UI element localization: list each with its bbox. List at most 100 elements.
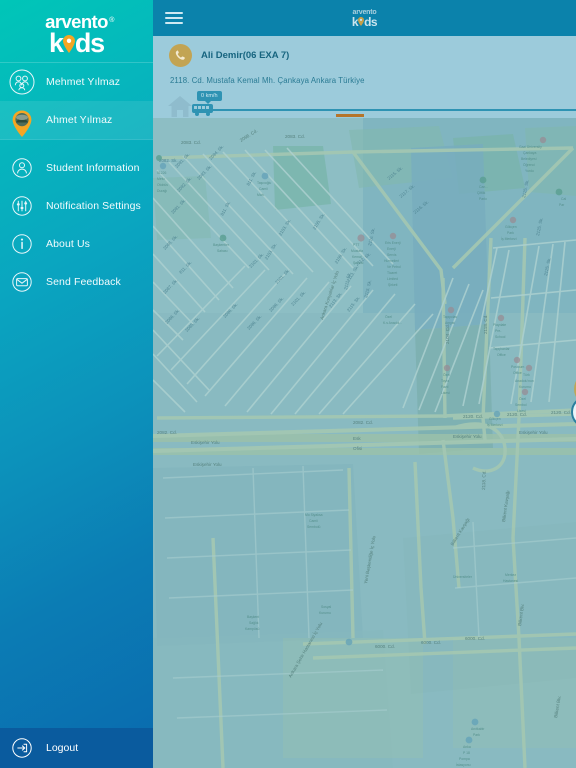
map-poi: Türk	[523, 373, 530, 377]
map-poi: Şubesi	[353, 261, 364, 265]
sidebar-item-mehmet-yilmaz[interactable]: Mehmet Yılmaz	[0, 63, 153, 101]
map-poi: Mustafa	[351, 249, 363, 253]
route-progress-line	[202, 109, 576, 111]
map-label: 2083. Cd.	[285, 134, 305, 139]
trademark-symbol: ®	[109, 17, 114, 24]
map-poi: Pre-	[495, 329, 501, 333]
sidebar-item-label: Notification Settings	[46, 200, 141, 212]
map-poi: Merkez	[505, 573, 516, 577]
map-poi: Çiftlik	[477, 191, 486, 195]
map-poi: Camii	[259, 187, 268, 191]
map-poi: Kurumu	[519, 385, 531, 389]
sliders-icon	[9, 193, 35, 219]
app-root: arvento ® k ds Mehmet Yılmaz Ahmet Yılma…	[0, 0, 576, 768]
sidebar-logo-arvento: arvento ®	[45, 11, 114, 32]
map-poi: Kampüsü	[245, 627, 259, 631]
divider	[0, 139, 153, 140]
map-poi: Ticaret	[387, 271, 397, 275]
route-progress: 0 km/h	[153, 90, 576, 118]
map-poi: PTT	[353, 243, 359, 247]
main-pane: arvento k ds Ali Demir(06 EXA 7) 2118. C…	[153, 0, 576, 768]
map-poi: Metu	[157, 177, 165, 181]
map-poi: Anıtkabir	[471, 727, 485, 731]
map-poi: Kurumu	[319, 611, 331, 615]
sidebar-logo-ds: ds	[74, 28, 105, 58]
hamburger-icon[interactable]	[165, 9, 183, 27]
map-poi: Fazıl	[441, 385, 449, 389]
speed-badge: 0 km/h	[197, 91, 222, 104]
map-label: Eskişehir Yolu	[453, 434, 482, 439]
map-poi: Yurdu	[525, 169, 534, 173]
map-poi: 51226	[157, 171, 167, 175]
map-pin-icon	[358, 16, 365, 28]
logout-icon	[9, 735, 35, 761]
map-poi: Sembol	[515, 403, 527, 407]
sidebar-item-about-us[interactable]: About Us	[0, 225, 153, 263]
map-poi: Tapçhanlar	[493, 347, 510, 351]
map-poi: Gökçen	[489, 417, 501, 421]
map-poi: Amyat	[445, 321, 455, 325]
map-poi: Toyfa	[441, 379, 449, 383]
map-poi: İş Merkezi	[501, 236, 517, 241]
map-poi: Mah.	[257, 193, 265, 197]
map-label: 2118. Cd.	[483, 314, 488, 334]
sidebar-logo-arvento-text: arvento	[45, 11, 108, 32]
sidebar-logo: arvento ® k ds	[0, 0, 153, 62]
sidebar-item-label: About Us	[46, 238, 90, 250]
logout-label: Logout	[46, 742, 79, 754]
map-poi: İstasyonu	[456, 762, 471, 767]
sidebar-logo-kids: k ds	[49, 28, 105, 58]
map-poi: Office	[513, 371, 522, 375]
map-poi: Parkı	[479, 197, 487, 201]
map-poi: Sahası	[217, 249, 228, 253]
sidebar-item-label: Mehmet Yılmaz	[46, 76, 121, 88]
map-poi: Camii	[309, 519, 318, 523]
envelope-icon	[9, 269, 35, 295]
sidebar-item-student-information[interactable]: Student Information	[0, 149, 153, 187]
map-poi: Gökçen	[505, 225, 517, 229]
map-poi: Ve Petrol	[387, 265, 401, 269]
map-poi: Sağlık	[249, 621, 259, 625]
sidebar-item-notification-settings[interactable]: Notification Settings	[0, 187, 153, 225]
map-label: 2082. Cd.	[353, 420, 373, 425]
map-poi: Par	[559, 203, 565, 207]
map-label: Eskişehir Yolu	[191, 440, 220, 445]
phone-icon[interactable]	[169, 44, 192, 67]
map-poi: Limited	[387, 277, 398, 281]
map-poi: Pompa	[459, 757, 470, 761]
map-canvas[interactable]: 2083. Cd. 2083. Cd. 2082. Cd. 2082. Cd. …	[153, 118, 576, 768]
tab-indicator[interactable]	[336, 114, 364, 117]
logout-button[interactable]: Logout	[0, 728, 153, 768]
map-poi: Taşcıoğlu	[257, 181, 271, 185]
map-label: Eskişehir Yolu	[519, 430, 548, 435]
map-poi: Anka	[463, 745, 471, 749]
map-vector: 2083. Cd. 2083. Cd. 2082. Cd. 2082. Cd. …	[153, 118, 576, 768]
sidebar-item-send-feedback[interactable]: Send Feedback	[0, 263, 153, 301]
map-poi: Özel	[443, 373, 450, 377]
map-poi: Enerji	[387, 247, 396, 251]
sidebar-item-label: Student Information	[46, 162, 140, 174]
hamburger-line	[165, 12, 183, 14]
vehicle-info-bar: Ali Demir(06 EXA 7) 2118. Cd. Mustafa Ke…	[153, 36, 576, 118]
map-label: 6000. Cd.	[465, 636, 485, 641]
map-poi: Servis	[387, 253, 397, 257]
driver-row[interactable]: Ali Demir(06 EXA 7)	[153, 44, 576, 67]
driver-name: Ali Demir(06 EXA 7)	[201, 50, 290, 61]
map-label: 2082. Cd.	[157, 430, 177, 435]
sidebar-item-ahmet-yilmaz[interactable]: Ahmet Yılmaz	[0, 101, 153, 139]
map-label: 2120. Cd.	[551, 410, 571, 415]
map-poi: Office	[497, 353, 506, 357]
map-poi: Kemal	[352, 255, 362, 259]
map-label: 6000. Cd.	[375, 644, 395, 649]
info-icon	[9, 231, 35, 257]
map-poi: Lisesi	[441, 391, 450, 395]
map-poi: Özel	[385, 315, 392, 319]
sidebar-item-label: Send Feedback	[46, 276, 121, 288]
map-poi: Sosyal	[321, 605, 331, 609]
map-poi: Park	[473, 733, 480, 737]
map-poi: P 18	[463, 751, 470, 755]
sidebar-item-label: Ahmet Yılmaz	[46, 114, 113, 126]
map-poi: Mo Siyaksa	[305, 513, 323, 517]
map-poi: K.s Anadol...	[383, 321, 402, 325]
